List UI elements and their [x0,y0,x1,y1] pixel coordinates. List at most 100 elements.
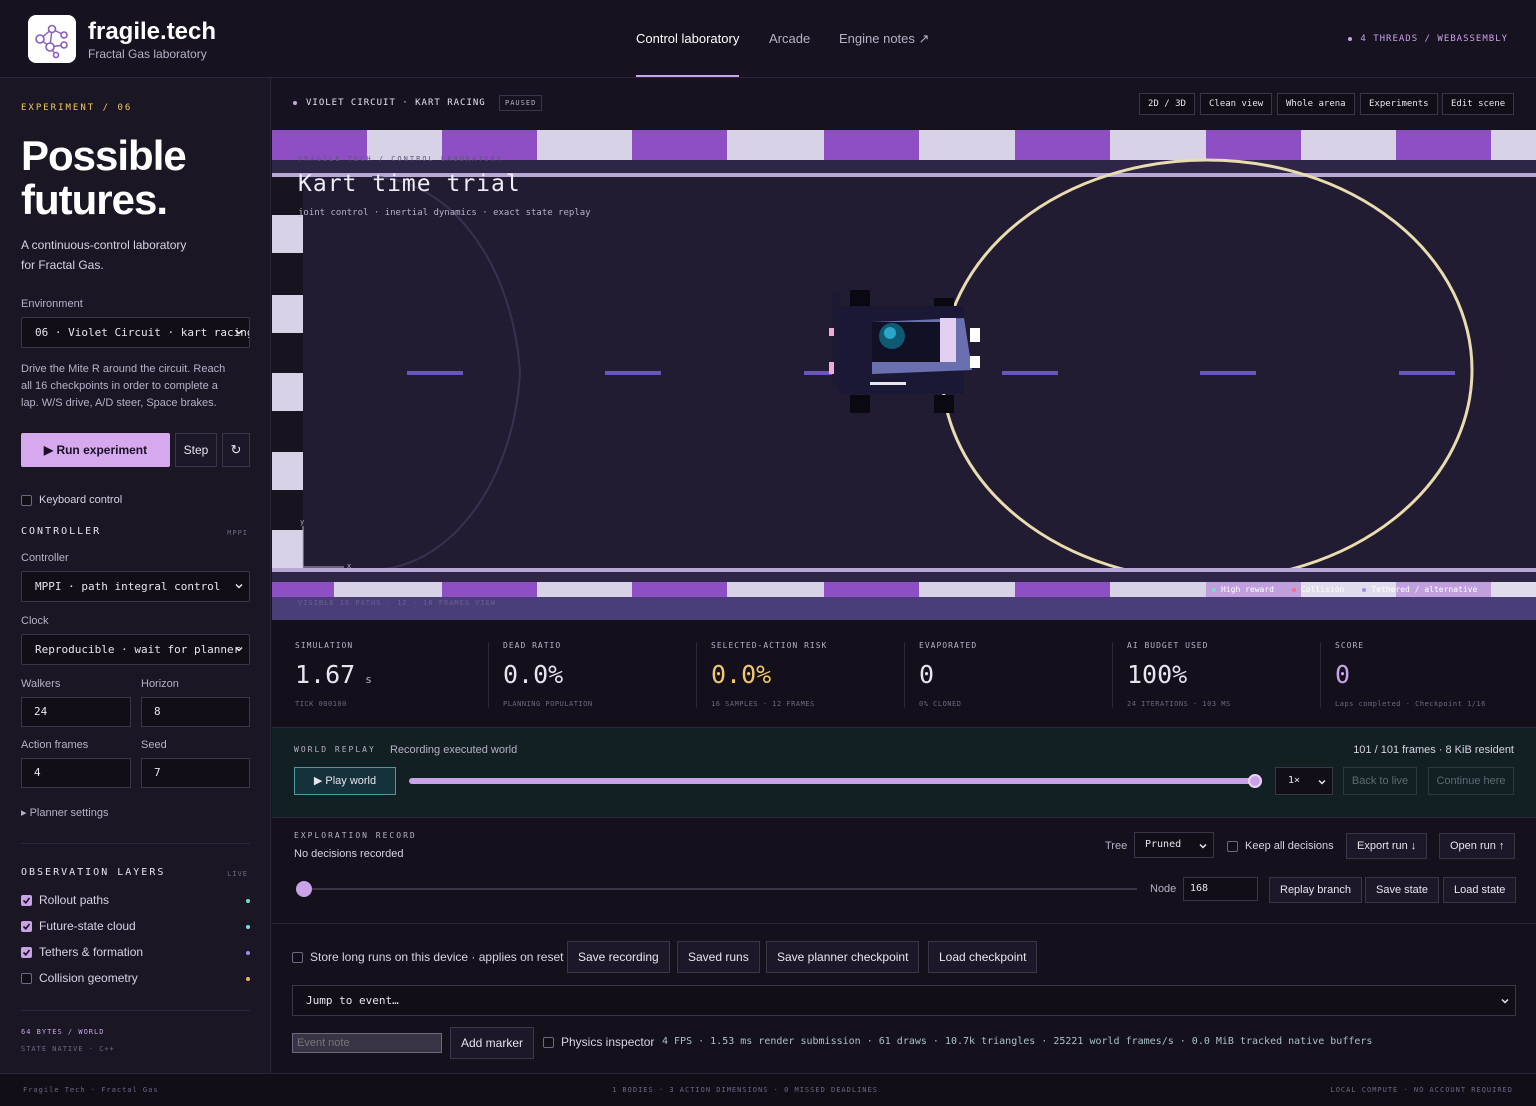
toggle-2d-3d-button[interactable]: 2D / 3D [1139,93,1195,115]
open-run-button[interactable]: Open run ↑ [1439,833,1516,859]
exploration-heading: EXPLORATION RECORD [294,831,417,840]
layer-checkbox[interactable] [21,895,32,907]
save-planner-checkpoint-button[interactable]: Save planner checkpoint [766,941,920,973]
physics-inspector-toggle[interactable]: Physics inspector [543,1035,654,1049]
stage-title-text: VIOLET CIRCUIT · KART RACING [306,98,486,108]
stat-value: 0.0% [711,660,781,689]
walkers-label: Walkers [21,678,61,690]
stats-row: SIMULATION 1.67 s TICK 000100 DEAD RATIO 0.0%… [272,620,1536,727]
stat-divider [488,642,489,708]
observation-layer-item[interactable]: Tethers & formation [21,945,250,959]
run-experiment-button[interactable]: ▶ Run experiment [21,433,170,467]
stat-unit: s [365,673,372,686]
observation-layer-item[interactable]: Future-state cloud [21,919,250,933]
continue-here-button[interactable]: Continue here [1428,767,1514,795]
keep-decisions-toggle[interactable]: Keep all decisions [1227,840,1334,852]
legend-label: High reward [1221,585,1274,594]
store-long-runs-toggle[interactable]: Store long runs on this device · applies… [292,950,563,964]
layer-label: Future-state cloud [39,919,136,933]
tree-select[interactable]: Pruned [1134,832,1214,858]
intro-text: A continuous-control laboratory for Frac… [21,235,186,275]
layer-checkbox[interactable] [21,921,32,933]
legend-dot-icon [1291,587,1296,592]
clock-select[interactable]: Reproducible · wait for planner [21,634,250,665]
walkers-input[interactable]: 24 [21,697,131,727]
seed-input[interactable]: 7 [141,758,250,788]
environment-label: Environment [21,298,83,310]
environment-select[interactable]: 06 · Violet Circuit · kart racing [21,317,250,348]
action-frames-input[interactable]: 4 [21,758,131,788]
environment-description: Drive the Mite R around the circuit. Rea… [21,361,225,412]
keyboard-checkbox[interactable] [21,494,32,506]
store-long-runs-label: Store long runs on this device · applies… [310,950,564,964]
edit-scene-button[interactable]: Edit scene [1442,93,1515,115]
step-button[interactable]: Step [175,433,217,467]
page-title: Possible futures. [21,134,187,222]
divider [21,843,250,844]
layer-checkbox[interactable] [21,973,32,985]
store-long-runs-checkbox[interactable] [292,952,303,964]
tree-label: Tree [1105,840,1128,852]
footer-left: Fragile Tech · Fractal Gas [23,1086,159,1094]
stat-value-number: 0.0% [711,660,772,689]
saved-runs-button[interactable]: Saved runs [677,941,760,973]
keep-decisions-checkbox[interactable] [1227,840,1238,852]
layer-checkbox[interactable] [21,947,32,959]
load-checkpoint-button[interactable]: Load checkpoint [928,941,1038,973]
node-slider[interactable] [296,881,1137,897]
replay-frame-count: 101 / 101 frames · 8 KiB resident [1353,744,1514,756]
clean-view-button[interactable]: Clean view [1200,93,1273,115]
nav-engine-notes[interactable]: Engine notes ↗ [839,31,929,47]
logo-icon[interactable] [28,15,76,63]
planner-settings-toggle[interactable]: ▸ Planner settings [21,806,108,819]
stat-sub: 0% CLONED [919,700,962,708]
observation-tag: LIVE [227,870,248,878]
stat-key: EVAPORATED [919,641,978,650]
back-to-live-button[interactable]: Back to live [1343,767,1417,795]
nav-control-laboratory[interactable]: Control laboratory [636,31,739,46]
node-slider-thumb[interactable] [296,881,312,897]
stat-card: SELECTED-ACTION RISK 0.0% 16 SAMPLES · 12 … [711,620,899,727]
nav-arcade[interactable]: Arcade [769,31,810,46]
chevron-down-icon [1318,779,1326,785]
physics-inspector-checkbox[interactable] [543,1037,554,1049]
horizon-input[interactable]: 8 [141,697,250,727]
save-state-button[interactable]: Save state [1365,877,1439,903]
thread-status: 4 THREADS / WEBASSEMBLY [1348,34,1508,44]
arena-canvas[interactable]: y x FRAGILE TECH / CONTROL LABORATORY Ka… [272,130,1536,620]
observation-layers-heading: OBSERVATION LAYERS [21,867,166,878]
replay-slider-thumb[interactable] [1248,774,1262,788]
stat-sub: 24 ITERATIONS · 103 MS [1127,700,1231,708]
overlay-title: Kart time trial [298,171,521,197]
chevron-down-icon [235,329,243,335]
experiment-label: EXPERIMENT / 06 [21,103,133,113]
node-input[interactable]: 168 [1183,877,1258,901]
replay-slider[interactable] [409,774,1262,788]
stat-key: SCORE [1335,641,1365,650]
event-note-input[interactable] [292,1033,442,1053]
controller-select[interactable]: MPPI · path integral control [21,571,250,602]
whole-arena-button[interactable]: Whole arena [1277,93,1355,115]
intro-line-2: for Fractal Gas. [21,258,104,272]
stage-header: VIOLET CIRCUIT · KART RACING PAUSED 2D /… [272,78,1536,130]
legend-label: Collision [1300,585,1345,594]
stat-card: AI BUDGET USED 100% 24 ITERATIONS · 103 MS [1127,620,1315,727]
experiments-button[interactable]: Experiments [1360,93,1438,115]
observation-layer-item[interactable]: Collision geometry [21,971,250,985]
replay-branch-button[interactable]: Replay branch [1269,877,1362,903]
reset-icon[interactable]: ↻ [222,433,250,467]
jump-to-event-select[interactable]: Jump to event… [292,985,1516,1016]
top-bar: fragile.tech Fractal Gas laboratory Cont… [0,0,1536,78]
keyboard-control-toggle[interactable]: Keyboard control [21,494,122,506]
save-recording-button[interactable]: Save recording [567,941,670,973]
export-run-button[interactable]: Export run ↓ [1346,833,1428,859]
thread-status-text: 4 THREADS / WEBASSEMBLY [1360,34,1508,44]
axis-y-label: y [300,518,304,526]
observation-layer-item[interactable]: Rollout paths [21,893,250,907]
load-state-button[interactable]: Load state [1443,877,1517,903]
nav-active-underline [636,75,739,77]
speed-select[interactable]: 1× [1275,767,1333,795]
add-marker-button[interactable]: Add marker [450,1027,535,1059]
stat-divider [904,642,905,708]
play-world-button[interactable]: ▶ Play world [294,767,396,795]
